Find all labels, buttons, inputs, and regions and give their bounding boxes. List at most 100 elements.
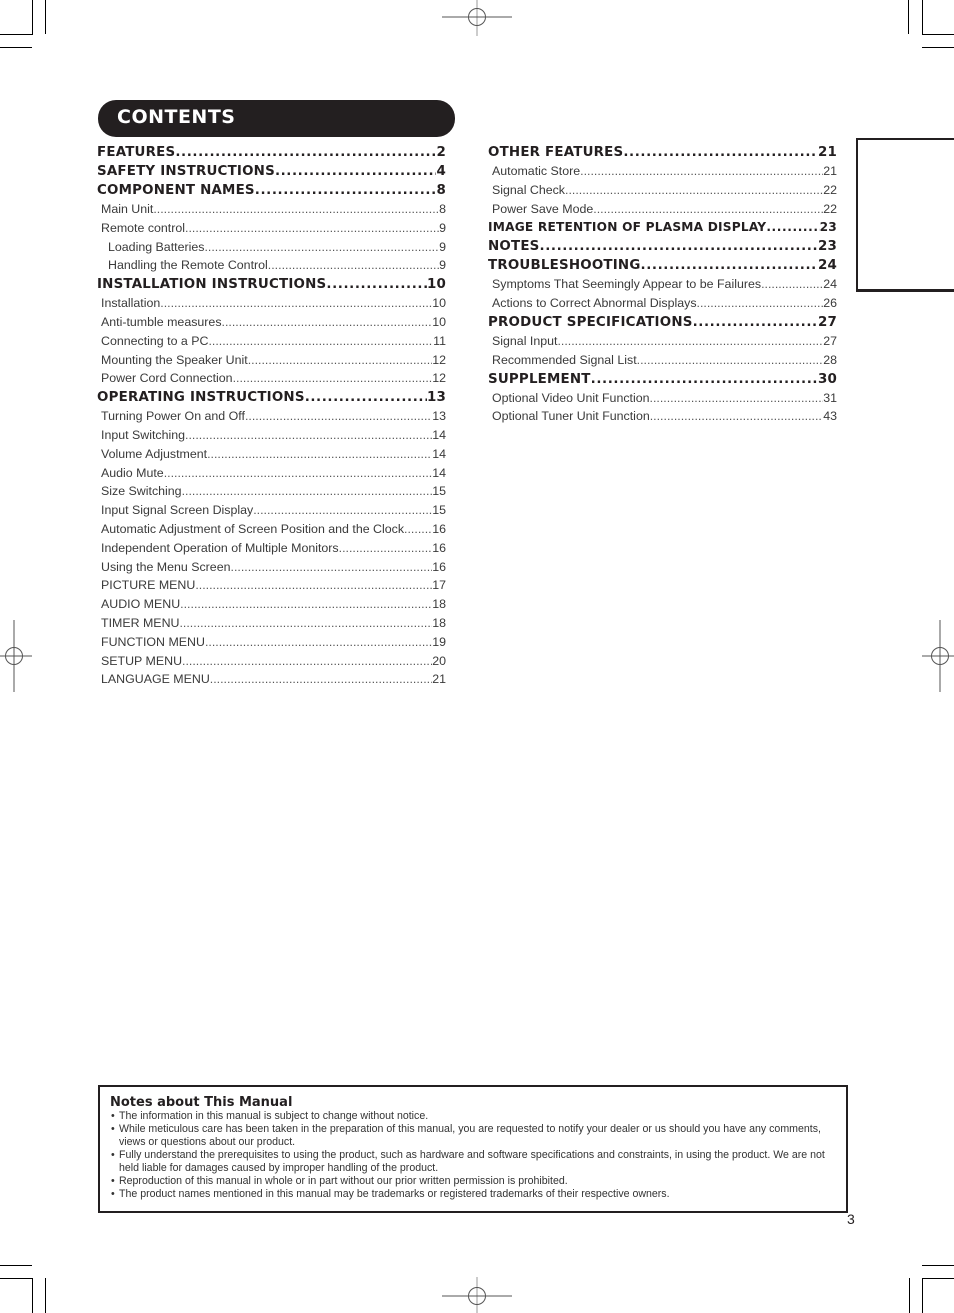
toc-entry-label: Volume Adjustment [101,446,208,461]
toc-entry-page: 9 [439,220,446,235]
toc-dot-leader [580,162,823,181]
toc-entry-label: Input Switching [101,427,186,442]
toc-dot-leader [208,332,433,351]
toc-dot-leader [207,445,432,464]
toc-section-entry[interactable]: IMAGE RETENTION OF PLASMA DISPLAY 23 [488,218,837,237]
toc-subsection-entry[interactable]: Remote control 9 [97,219,446,238]
toc-entry-label: SAFETY INSTRUCTIONS [97,164,275,179]
toc-subsection-entry[interactable]: Automatic Adjustment of Screen Position … [97,520,446,539]
toc-entry-page: 2 [436,145,446,160]
toc-section-entry[interactable]: INSTALLATION INSTRUCTIONS 10 [97,275,446,294]
toc-section-entry[interactable]: TROUBLESHOOTING 24 [488,256,837,275]
toc-subsection-entry[interactable]: Using the Menu Screen 16 [97,558,446,577]
toc-dot-leader [557,332,823,351]
toc-subsection-entry[interactable]: Mounting the Speaker Unit 12 [97,351,446,370]
toc-section-entry[interactable]: NOTES 23 [488,237,837,256]
toc-dot-leader [326,275,427,294]
toc-dot-leader [182,482,433,501]
toc-entry-label: Power Cord Connection [101,371,233,386]
toc-entry-label: Installation [101,296,161,311]
notes-title: Notes about This Manual [110,1095,293,1110]
toc-subsection-entry[interactable]: Main Unit 8 [97,200,446,219]
toc-entry-page: 12 [432,371,446,386]
toc-entry-label: FEATURES [97,145,176,160]
toc-entry-label: Turning Power On and Off [101,409,245,424]
toc-dot-leader [766,218,819,237]
toc-entry-page: 4 [436,164,446,179]
toc-entry-page: 27 [817,314,837,330]
toc-subsection-entry[interactable]: Actions to Correct Abnormal Displays 26 [488,294,837,313]
toc-subsection-entry[interactable]: Size Switching 15 [97,482,446,501]
registration-mark-left [0,620,32,692]
toc-entry-page: 15 [432,503,446,518]
toc-entry-label: Symptoms That Seemingly Appear to be Fai… [492,277,762,292]
toc-subsection-entry[interactable]: Power Cord Connection 12 [97,369,446,388]
toc-entry-page: 10 [426,277,446,293]
page-number: 3 [847,1211,855,1227]
toc-section-entry[interactable]: SAFETY INSTRUCTIONS 4 [97,162,446,181]
toc-entry-page: 14 [432,446,446,461]
crop-mark [45,0,46,34]
toc-entry-label: PICTURE MENU [101,578,196,593]
toc-entry-label: Signal Input [492,333,558,348]
toc-subsection-entry[interactable]: Connecting to a PC 11 [97,332,446,351]
toc-subsection-entry[interactable]: Turning Power On and Off 13 [97,407,446,426]
toc-subsection-entry[interactable]: Symptoms That Seemingly Appear to be Fai… [488,275,837,294]
toc-entry-page: 31 [823,390,837,405]
crop-mark [922,1278,954,1279]
toc-subsection-entry[interactable]: Independent Operation of Multiple Monito… [97,539,446,558]
toc-entry-label: Connecting to a PC [101,333,209,348]
toc-subsection-entry[interactable]: Installation 10 [97,294,446,313]
toc-subsection-entry[interactable]: Anti-tumble measures 10 [97,313,446,332]
toc-subsection-entry[interactable]: Power Save Mode 22 [488,200,837,219]
toc-subsection-entry[interactable]: FUNCTION MENU 19 [97,633,446,652]
toc-subsection-entry[interactable]: SETUP MENU 20 [97,652,446,671]
toc-dot-leader [210,670,432,689]
toc-dot-leader [404,520,432,539]
toc-section-entry[interactable]: PRODUCT SPECIFICATIONS 27 [488,313,837,332]
toc-entry-label: Automatic Adjustment of Screen Position … [101,521,405,536]
toc-entry-page: 23 [817,239,837,255]
toc-dot-leader [179,614,432,633]
toc-subsection-entry[interactable]: Loading Batteries 9 [97,238,446,257]
toc-subsection-entry[interactable]: Audio Mute 14 [97,464,446,483]
toc-section-entry[interactable]: OPERATING INSTRUCTIONS 13 [97,388,446,407]
toc-section-entry[interactable]: FEATURES 2 [97,143,446,162]
toc-subsection-entry[interactable]: Automatic Store 21 [488,162,837,181]
toc-subsection-entry[interactable]: PICTURE MENU 17 [97,576,446,595]
toc-entry-page: 14 [432,427,446,442]
toc-subsection-entry[interactable]: Input Signal Screen Display 15 [97,501,446,520]
toc-subsection-entry[interactable]: Recommended Signal List 28 [488,351,837,370]
toc-left-column: FEATURES 2 SAFETY INSTRUCTIONS 4 COMPONENT N… [97,143,446,689]
crop-mark [922,1265,954,1266]
registration-mark-right [922,620,954,692]
toc-subsection-entry[interactable]: TIMER MENU 18 [97,614,446,633]
toc-entry-page: 26 [823,296,837,311]
crop-mark [922,34,954,35]
toc-subsection-entry[interactable]: LANGUAGE MENU 21 [97,670,446,689]
toc-subsection-entry[interactable]: AUDIO MENU 18 [97,595,446,614]
toc-subsection-entry[interactable]: Input Switching 14 [97,426,446,445]
toc-subsection-entry[interactable]: Optional Tuner Unit Function 43 [488,407,837,426]
toc-entry-page: 8 [436,183,446,198]
toc-subsection-entry[interactable]: Signal Check 22 [488,181,837,200]
toc-dot-leader [164,464,433,483]
toc-subsection-entry[interactable]: Volume Adjustment 14 [97,445,446,464]
toc-dot-leader [650,407,823,426]
contents-title-banner: CONTENTS [98,100,455,137]
toc-entry-label: TIMER MENU [101,615,180,630]
notes-box: Notes about This Manual The information … [98,1085,848,1213]
crop-mark [909,1278,910,1313]
toc-subsection-entry[interactable]: Signal Input 27 [488,332,837,351]
toc-subsection-entry[interactable]: Handling the Remote Control 9 [97,256,446,275]
toc-entry-page: 9 [439,239,446,254]
toc-subsection-entry[interactable]: Optional Video Unit Function 31 [488,389,837,408]
toc-entry-page: 15 [432,484,446,499]
toc-section-entry[interactable]: COMPONENT NAMES 8 [97,181,446,200]
notes-item: The information in this manual is subjec… [110,1110,846,1123]
notes-item: Reproduction of this manual in whole or … [110,1175,846,1188]
toc-entry-label: TROUBLESHOOTING [488,258,641,274]
toc-section-entry[interactable]: OTHER FEATURES 21 [488,143,837,162]
toc-entry-label: Size Switching [101,484,182,499]
toc-section-entry[interactable]: SUPPLEMENT 30 [488,370,837,389]
